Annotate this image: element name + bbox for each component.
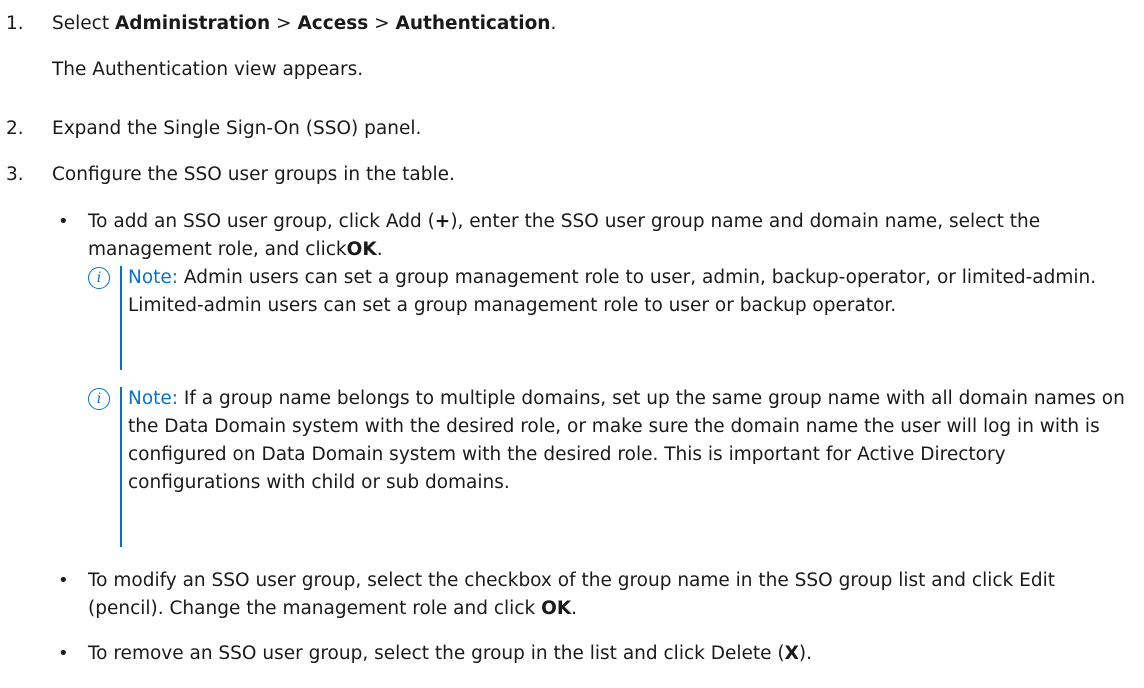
menu-path-administration: Administration: [114, 13, 271, 34]
note-multiple-domains: i Note: If a group name belongs to multi…: [88, 385, 1128, 549]
note-label: Note:: [128, 267, 179, 288]
menu-path-authentication: Authentication: [395, 13, 551, 34]
add-symbol: +: [434, 211, 451, 232]
note-divider: [120, 266, 122, 370]
note-body: Note: Admin users can set a group manage…: [128, 267, 1097, 316]
bullet-marker: •: [58, 211, 69, 232]
step-number: 1.: [6, 13, 24, 34]
note-body: Note: If a group name belongs to multipl…: [128, 388, 1125, 493]
bullet-add-group: To add an SSO user group, click Add (+),…: [88, 211, 1041, 260]
ok-label: OK: [346, 239, 377, 260]
menu-path-access: Access: [297, 13, 369, 34]
ok-label: OK: [541, 598, 572, 619]
note-label: Note:: [128, 388, 179, 409]
procedure: 1. Select Administration > Access > Auth…: [0, 0, 1144, 688]
step-1-result: The Authentication view appears.: [52, 59, 364, 80]
delete-symbol: X: [784, 643, 799, 664]
note-admin-roles: i Note: Admin users can set a group mana…: [88, 264, 1128, 372]
step-3-text: Configure the SSO user groups in the tab…: [52, 164, 455, 185]
note-divider: [120, 387, 122, 547]
bullet-marker: •: [58, 570, 69, 591]
step-2-text: Expand the Single Sign-On (SSO) panel.: [52, 118, 422, 139]
bullet-marker: •: [58, 643, 69, 664]
step-number: 2.: [6, 118, 24, 139]
info-icon: i: [88, 267, 110, 289]
step-1-text: Select Administration > Access > Authent…: [52, 13, 557, 34]
info-icon: i: [88, 388, 110, 410]
bullet-modify-group: To modify an SSO user group, select the …: [88, 570, 1055, 619]
step-number: 3.: [6, 164, 24, 185]
bullet-remove-group: To remove an SSO user group, select the …: [88, 643, 812, 664]
